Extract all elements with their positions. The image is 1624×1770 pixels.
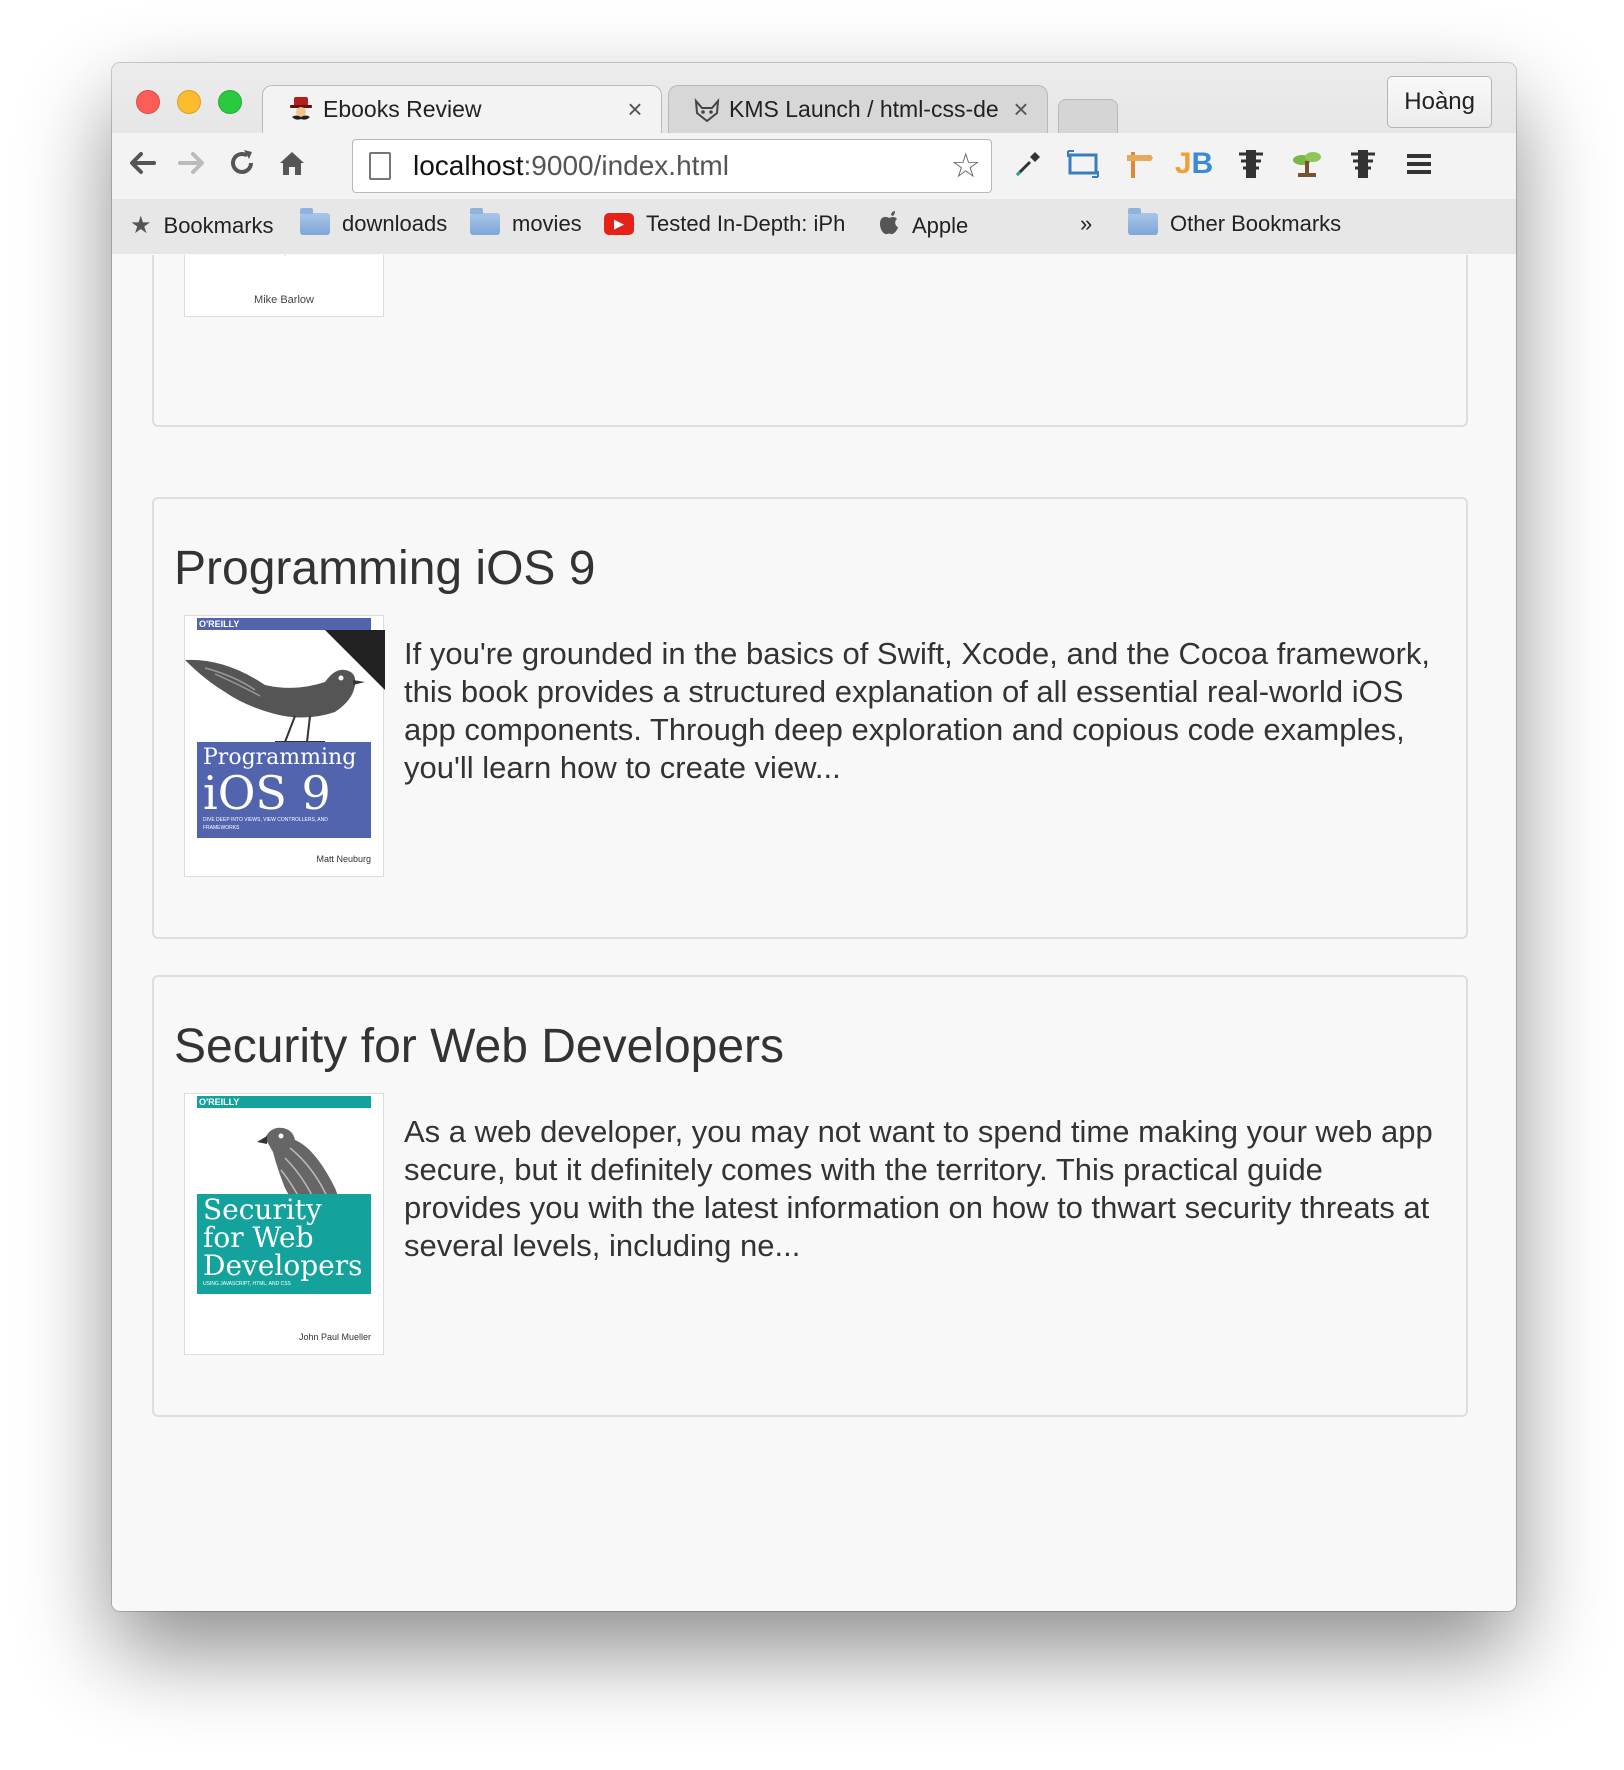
publisher-bar: O'REILLY	[197, 618, 371, 630]
book-description: If you're grounded in the basics of Swif…	[404, 636, 1431, 785]
publisher-bar: O'REILLY	[197, 1096, 371, 1108]
profile-button[interactable]: Hoàng	[1387, 76, 1492, 128]
mustache-hat-icon	[287, 96, 315, 124]
url-host: localhost	[413, 150, 524, 181]
book-card: Security for Web Developers O'REILLY Sec…	[152, 975, 1468, 1417]
cover-author: John Paul Mueller	[298, 1332, 371, 1342]
menu-icon[interactable]	[1396, 141, 1442, 187]
cover-title: iOS 9	[203, 766, 331, 820]
book-card: Mike Barlow	[152, 255, 1468, 427]
page-content: Mike Barlow Programming iOS 9 O'REILLY P…	[112, 255, 1516, 1611]
star-icon: ★	[130, 212, 152, 239]
bookmark-label: Other Bookmarks	[1170, 211, 1342, 236]
url-path: :9000/index.html	[523, 150, 729, 181]
cover-title: Developers	[203, 1249, 363, 1282]
address-bar[interactable]: localhost:9000/index.html ☆	[352, 139, 992, 193]
new-tab-button[interactable]	[1058, 99, 1118, 133]
bookmark-downloads[interactable]: downloads	[300, 208, 448, 237]
page-icon	[369, 152, 391, 180]
close-window-button[interactable]	[136, 90, 160, 114]
toolbar: localhost:9000/index.html ☆ JB	[112, 133, 1516, 199]
bookmark-other-bookmarks[interactable]: Other Bookmarks	[1128, 208, 1342, 237]
eyedropper-icon[interactable]	[1005, 141, 1051, 187]
folder-icon	[300, 208, 330, 235]
cover-title-block: Programming iOS 9 DIVE DEEP INTO VIEWS, …	[197, 742, 371, 838]
book-description: As a web developer, you may not want to …	[404, 1114, 1433, 1263]
book-cover[interactable]: Mike Barlow	[184, 255, 384, 317]
cover-title-block: Security for Web Developers USING JAVASC…	[197, 1194, 371, 1294]
bookmark-label: Bookmarks	[163, 212, 274, 238]
back-arrow-icon[interactable]	[120, 141, 164, 185]
tab-title: KMS Launch / html-css-de	[729, 96, 999, 122]
bookmark-movies[interactable]: movies	[470, 208, 582, 237]
bird-illustration	[185, 630, 385, 743]
traffic-signal-icon[interactable]	[1340, 141, 1386, 187]
browser-chrome: Ebooks Review × KMS Launch / html-css-de…	[112, 63, 1516, 254]
folder-icon	[1128, 208, 1158, 235]
bookmark-label: Apple	[912, 213, 969, 238]
traffic-lights	[136, 90, 242, 114]
signpost-icon[interactable]	[1116, 141, 1162, 187]
apple-icon	[878, 211, 900, 241]
cover-subtitle: DIVE DEEP INTO VIEWS, VIEW CONTROLLERS, …	[203, 817, 328, 831]
tab-title: Ebooks Review	[323, 96, 482, 122]
close-icon[interactable]: ×	[623, 94, 647, 125]
bookmark-tested-in-depth[interactable]: ▶ Tested In-Depth: iPh	[604, 211, 864, 237]
book-cover[interactable]: O'REILLY Programming iOS 9 DIVE DEEP INT…	[184, 615, 385, 877]
cover-author: Mike Barlow	[254, 294, 314, 306]
bonsai-tree-icon[interactable]	[1284, 141, 1330, 187]
cover-author: Matt Neuburg	[316, 854, 371, 864]
bookmark-label: downloads	[342, 211, 448, 236]
close-icon[interactable]: ×	[1009, 94, 1033, 125]
gitlab-fox-icon	[693, 96, 721, 124]
book-cover[interactable]: O'REILLY Security for Web Developers USI…	[184, 1093, 384, 1355]
tab-kms-launch[interactable]: KMS Launch / html-css-de ×	[668, 85, 1048, 133]
folder-icon	[470, 208, 500, 235]
home-icon[interactable]	[270, 141, 314, 185]
bookmark-apple[interactable]: Apple	[878, 211, 968, 241]
bookmarks-bar: ★ Bookmarks downloads movies ▶ Tested In…	[112, 199, 1516, 254]
bookmarks-overflow-chevron[interactable]: »	[1080, 211, 1092, 237]
tab-ebooks-review[interactable]: Ebooks Review ×	[262, 85, 662, 133]
reload-icon[interactable]	[220, 141, 264, 185]
window-resizer-icon[interactable]	[1060, 141, 1106, 187]
youtube-icon: ▶	[604, 213, 634, 235]
bookmark-label: movies	[512, 211, 582, 236]
minimize-window-button[interactable]	[177, 90, 201, 114]
forward-arrow-icon[interactable]	[170, 141, 214, 185]
cover-title: Security	[203, 1193, 322, 1226]
traffic-signal-icon[interactable]	[1228, 141, 1274, 187]
heart-dots-illustration	[283, 255, 287, 256]
bookmark-star-icon[interactable]: ☆	[951, 146, 981, 186]
cover-title: for Web	[203, 1221, 314, 1254]
browser-window: Ebooks Review × KMS Launch / html-css-de…	[112, 63, 1516, 1611]
book-title[interactable]: Programming iOS 9	[174, 541, 595, 596]
zoom-window-button[interactable]	[218, 90, 242, 114]
jetbrains-icon[interactable]: JB	[1171, 141, 1217, 187]
bookmark-label: Tested In-Depth: iPh	[646, 211, 846, 236]
book-title[interactable]: Security for Web Developers	[174, 1019, 784, 1074]
bookmark-bookmarks[interactable]: ★ Bookmarks	[130, 211, 274, 240]
book-card: Programming iOS 9 O'REILLY Programming i…	[152, 497, 1468, 939]
